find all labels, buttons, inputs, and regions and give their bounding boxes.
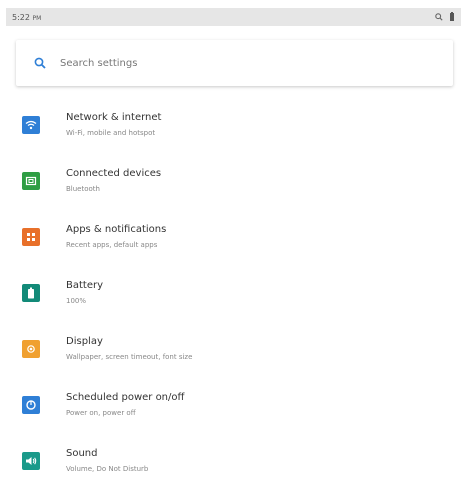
search-status-icon xyxy=(435,13,443,21)
status-time-ampm: PM xyxy=(32,14,42,22)
settings-item-summary: Wallpaper, screen timeout, font size xyxy=(66,353,193,361)
settings-item-sound[interactable]: Sound Volume, Do Not Disturb xyxy=(0,440,467,496)
settings-item-title: Battery xyxy=(66,280,104,291)
settings-item-scheduled-power[interactable]: Scheduled power on/off Power on, power o… xyxy=(0,384,467,440)
settings-item-apps-notifications[interactable]: Apps & notifications Recent apps, defaul… xyxy=(0,216,467,272)
status-bar: 5:22 PM xyxy=(6,8,461,26)
settings-item-network[interactable]: Network & internet Wi-Fi, mobile and hot… xyxy=(0,104,467,160)
status-time-value: 5:22 xyxy=(12,12,30,22)
settings-item-summary: Power on, power off xyxy=(66,409,136,417)
devices-icon xyxy=(22,172,40,190)
power-schedule-icon xyxy=(22,396,40,414)
display-icon xyxy=(22,340,40,358)
battery-status-icon xyxy=(450,12,454,21)
settings-item-summary: Volume, Do Not Disturb xyxy=(66,465,149,473)
settings-item-title: Display xyxy=(66,336,103,347)
search-bar[interactable]: Search settings xyxy=(16,40,453,86)
settings-item-display[interactable]: Display Wallpaper, screen timeout, font … xyxy=(0,328,467,384)
settings-item-title: Sound xyxy=(66,448,98,459)
battery-icon xyxy=(22,284,40,302)
search-icon xyxy=(34,57,46,69)
settings-item-summary: 100% xyxy=(66,297,87,305)
settings-item-title: Network & internet xyxy=(66,112,162,123)
search-placeholder: Search settings xyxy=(60,57,138,69)
settings-item-title: Scheduled power on/off xyxy=(66,392,185,403)
apps-icon xyxy=(22,228,40,246)
status-icons xyxy=(435,12,455,22)
settings-item-title: Apps & notifications xyxy=(66,224,167,235)
settings-item-title: Connected devices xyxy=(66,168,162,179)
status-time: 5:22 PM xyxy=(12,13,41,22)
settings-item-battery[interactable]: Battery 100% xyxy=(0,272,467,328)
settings-item-summary: Recent apps, default apps xyxy=(66,241,158,249)
settings-item-connected-devices[interactable]: Connected devices Bluetooth xyxy=(0,160,467,216)
wifi-icon xyxy=(22,116,40,134)
sound-icon xyxy=(22,452,40,470)
settings-item-summary: Bluetooth xyxy=(66,185,100,193)
settings-item-summary: Wi-Fi, mobile and hotspot xyxy=(66,129,156,137)
